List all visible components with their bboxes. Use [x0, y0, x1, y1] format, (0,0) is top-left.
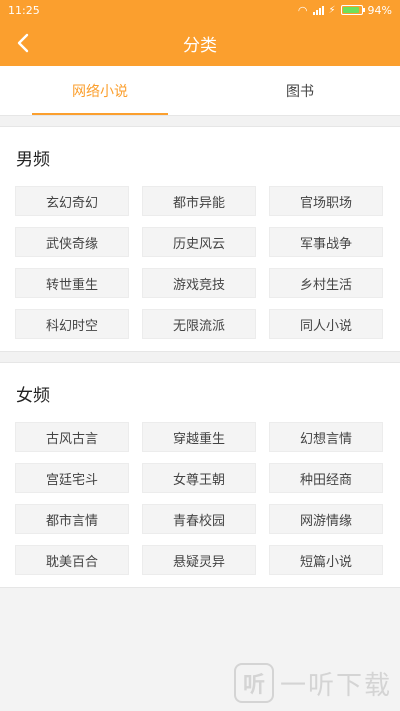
- section-divider: [0, 115, 400, 127]
- page-title: 分类: [183, 35, 217, 56]
- category-chip[interactable]: 种田经商: [269, 463, 383, 493]
- battery-level-bar: [342, 7, 360, 13]
- category-chip[interactable]: 女尊王朝: [142, 463, 256, 493]
- category-grid: 古风古言 穿越重生 幻想言情 宫廷宅斗 女尊王朝 种田经商 都市言情 青春校园 …: [15, 422, 385, 575]
- status-bar: 11:25 ◠ ⚡ 94%: [0, 0, 400, 20]
- category-chip[interactable]: 幻想言情: [269, 422, 383, 452]
- section-title: 女频: [16, 386, 50, 406]
- category-chip[interactable]: 都市言情: [15, 504, 129, 534]
- category-chip[interactable]: 都市异能: [142, 186, 256, 216]
- category-chip[interactable]: 耽美百合: [15, 545, 129, 575]
- category-chip[interactable]: 游戏竞技: [142, 268, 256, 298]
- category-chip[interactable]: 悬疑灵异: [142, 545, 256, 575]
- section-title: 男频: [16, 150, 50, 170]
- battery-percent: 94%: [367, 3, 392, 17]
- tab-web-novel[interactable]: 网络小说: [0, 66, 200, 115]
- category-chip[interactable]: 无限流派: [142, 309, 256, 339]
- app-bar: 分类: [0, 20, 400, 66]
- category-chip[interactable]: 乡村生活: [269, 268, 383, 298]
- category-chip[interactable]: 历史风云: [142, 227, 256, 257]
- status-time: 11:25: [8, 3, 40, 17]
- tab-books[interactable]: 图书: [200, 66, 400, 115]
- category-chip[interactable]: 军事战争: [269, 227, 383, 257]
- category-chip[interactable]: 武侠奇缘: [15, 227, 129, 257]
- watermark-text: 一听下载: [279, 670, 392, 701]
- charging-icon: ⚡: [328, 4, 336, 16]
- section-divider: [0, 351, 400, 363]
- category-chip[interactable]: 科幻时空: [15, 309, 129, 339]
- category-chip[interactable]: 古风古言: [15, 422, 129, 452]
- category-chip[interactable]: 同人小说: [269, 309, 383, 339]
- wifi-icon: ◠: [297, 3, 308, 17]
- tab-bar: 网络小说 图书: [0, 66, 400, 115]
- watermark-logo-icon: 听: [233, 663, 274, 703]
- category-chip[interactable]: 短篇小说: [269, 545, 383, 575]
- watermark: 听 一听下载: [233, 663, 392, 703]
- status-icons: ◠ ⚡ 94%: [298, 4, 392, 17]
- chevron-left-icon: [17, 33, 29, 53]
- category-chip[interactable]: 穿越重生: [142, 422, 256, 452]
- category-section-female: 女频 古风古言 穿越重生 幻想言情 宫廷宅斗 女尊王朝 种田经商 都市言情 青春…: [0, 363, 400, 587]
- category-section-male: 男频 玄幻奇幻 都市异能 官场职场 武侠奇缘 历史风云 军事战争 转世重生 游戏…: [0, 127, 400, 351]
- battery-icon: [340, 5, 365, 15]
- category-chip[interactable]: 玄幻奇幻: [15, 186, 129, 216]
- category-chip[interactable]: 宫廷宅斗: [15, 463, 129, 493]
- signal-icon: [312, 5, 324, 15]
- category-chip[interactable]: 青春校园: [142, 504, 256, 534]
- category-chip[interactable]: 官场职场: [269, 186, 383, 216]
- category-grid: 玄幻奇幻 都市异能 官场职场 武侠奇缘 历史风云 军事战争 转世重生 游戏竞技 …: [15, 186, 385, 339]
- category-chip[interactable]: 转世重生: [15, 268, 129, 298]
- back-button[interactable]: [8, 20, 38, 66]
- category-chip[interactable]: 网游情缘: [269, 504, 383, 534]
